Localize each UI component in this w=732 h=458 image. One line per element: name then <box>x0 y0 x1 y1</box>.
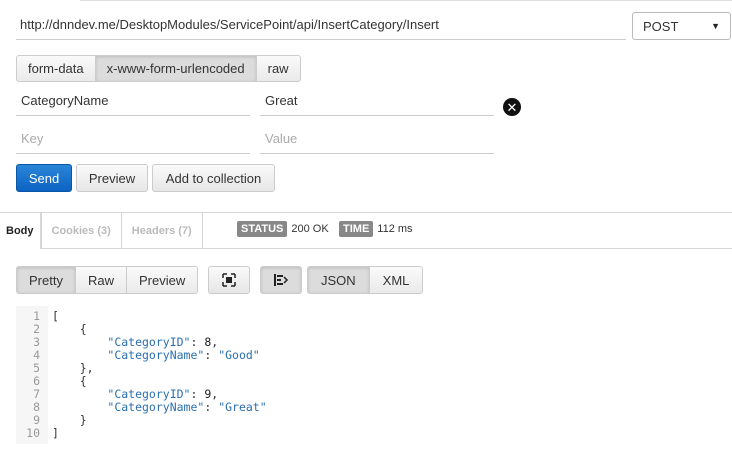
method-select[interactable]: POST ▼ <box>632 12 731 40</box>
status-badge: STATUS <box>237 221 288 237</box>
json-punct: , <box>211 387 219 401</box>
format-json-button[interactable]: JSON <box>307 266 370 294</box>
view-pretty-button[interactable]: Pretty <box>16 266 76 294</box>
wrap-lines-icon <box>274 274 289 286</box>
time-value: 112 ms <box>377 223 413 235</box>
json-punct: ] <box>52 426 59 440</box>
json-key: "CategoryID" <box>107 335 191 349</box>
add-to-collection-button[interactable]: Add to collection <box>152 164 275 192</box>
json-key: "CategoryName" <box>107 348 205 362</box>
json-punct: }, <box>52 361 94 375</box>
json-punct: : <box>190 387 205 401</box>
body-type-raw[interactable]: raw <box>255 55 301 82</box>
response-status: STATUS 200 OK <box>237 221 329 237</box>
json-punct: : <box>204 400 219 414</box>
view-mode-group: Pretty Raw Preview <box>16 266 199 294</box>
json-punct: : <box>204 348 219 362</box>
json-key: "CategoryName" <box>107 400 205 414</box>
param-value-input[interactable]: Great <box>260 86 494 116</box>
preview-button[interactable]: Preview <box>76 164 148 192</box>
line-numbers: 1 2 3 4 5 6 7 8 9 10 <box>16 310 42 440</box>
code-line: } <box>52 414 267 427</box>
json-punct: } <box>52 413 87 427</box>
response-divider-bottom <box>40 248 732 249</box>
json-str: "Good" <box>218 348 260 362</box>
new-value-input[interactable]: Value <box>260 124 494 154</box>
send-button[interactable]: Send <box>16 164 72 192</box>
json-punct: : <box>190 335 205 349</box>
format-xml-button[interactable]: XML <box>368 266 424 294</box>
response-tabs: Body Cookies (3) Headers (7) <box>0 213 203 248</box>
json-punct: , <box>211 335 219 349</box>
status-value: 200 OK <box>291 223 329 235</box>
remove-circle-icon[interactable]: ✕ <box>503 98 521 116</box>
code-line: ] <box>52 427 267 440</box>
top-divider <box>80 0 732 1</box>
method-value: POST <box>643 18 679 34</box>
view-raw-button[interactable]: Raw <box>74 266 127 294</box>
line-number: 10 <box>26 426 40 440</box>
response-time: TIME 112 ms <box>339 221 413 237</box>
tab-cookies[interactable]: Cookies (3) <box>40 213 122 248</box>
fullscreen-icon <box>222 273 236 287</box>
new-key-input[interactable]: Key <box>16 124 250 154</box>
json-punct: [ <box>52 309 59 323</box>
body-type-group: form-data x-www-form-urlencoded raw <box>16 55 301 82</box>
time-badge: TIME <box>339 221 374 237</box>
url-input[interactable] <box>16 10 626 40</box>
fullscreen-button[interactable] <box>208 266 250 294</box>
code-lines: [ { "CategoryID": 8, "CategoryName": "Go… <box>52 310 267 440</box>
body-type-urlencoded[interactable]: x-www-form-urlencoded <box>94 55 257 82</box>
response-body-viewer[interactable]: 1 2 3 4 5 6 7 8 9 10 [ { "CategoryID": 8… <box>16 306 536 444</box>
json-punct: { <box>52 374 87 388</box>
chevron-down-icon: ▼ <box>711 21 720 31</box>
json-str: "Great" <box>218 400 267 414</box>
json-punct: { <box>52 322 87 336</box>
tab-headers[interactable]: Headers (7) <box>122 213 203 248</box>
param-key-input[interactable]: CategoryName <box>16 86 250 116</box>
wrap-lines-button[interactable] <box>260 266 302 294</box>
tab-body[interactable]: Body <box>0 213 41 248</box>
view-preview-button[interactable]: Preview <box>125 266 199 294</box>
json-punct <box>52 348 107 362</box>
json-key: "CategoryID" <box>107 387 191 401</box>
json-punct <box>52 400 107 414</box>
body-type-form-data[interactable]: form-data <box>16 55 96 82</box>
json-punct <box>52 335 107 349</box>
format-group: JSON XML <box>307 266 424 294</box>
json-punct <box>52 387 107 401</box>
